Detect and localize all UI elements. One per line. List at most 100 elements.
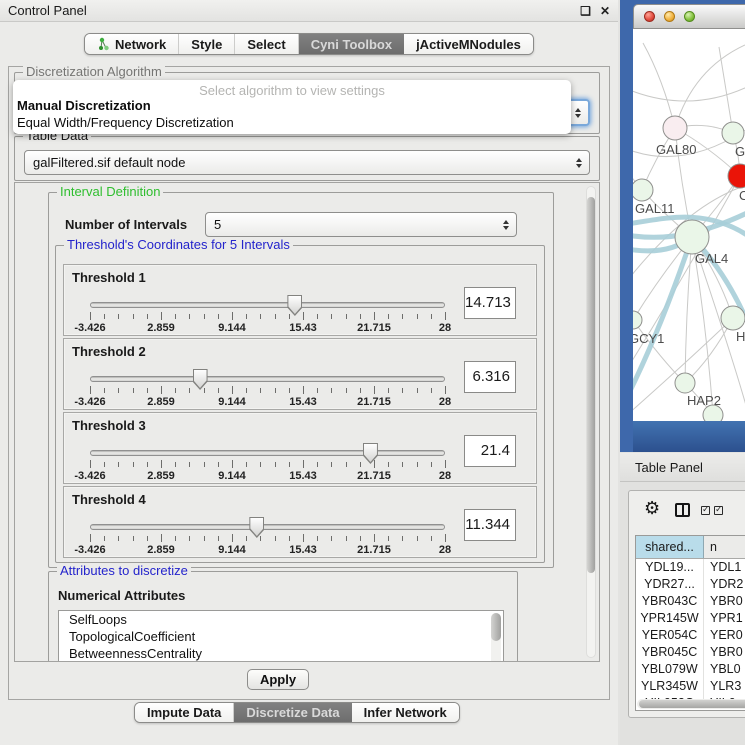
- attribute-list-item-selfloops[interactable]: SelfLoops: [59, 611, 503, 628]
- checkbox-icon[interactable]: [714, 506, 723, 515]
- table-row[interactable]: YBL079WYBL0: [636, 661, 745, 678]
- table-cell[interactable]: YER054C: [636, 627, 704, 644]
- table-row[interactable]: YDR27...YDR2: [636, 576, 745, 593]
- table-cell[interactable]: YLR345W: [636, 678, 704, 695]
- table-horizontal-scrollbar[interactable]: [637, 699, 745, 709]
- checkbox-icon[interactable]: [701, 506, 710, 515]
- table-row[interactable]: YLR345WYLR3: [636, 678, 745, 695]
- table-cell[interactable]: YBL0: [704, 661, 745, 678]
- threshold-value-field[interactable]: 14.713: [464, 287, 516, 319]
- table-row[interactable]: YPR145WYPR1: [636, 610, 745, 627]
- threshold-value-field[interactable]: 11.344: [464, 509, 516, 541]
- network-canvas[interactable]: GAL80GCGAL11GAL4GCY1HHAP2: [633, 29, 745, 421]
- table-cell[interactable]: YPR145W: [636, 610, 704, 627]
- slider-tick: [374, 534, 375, 542]
- slider-tick: [303, 312, 304, 320]
- table-cell[interactable]: YBR045C: [636, 644, 704, 661]
- network-node-label: GAL80: [656, 142, 696, 157]
- settings-gear-icon[interactable]: ⚙: [644, 499, 660, 517]
- numerical-attributes-list[interactable]: SelfLoopsTopologicalCoefficientBetweenne…: [58, 610, 504, 662]
- table-cell[interactable]: YLR3: [704, 678, 745, 695]
- settings-vertical-scrollbar[interactable]: [586, 186, 596, 658]
- slider-tick: [431, 462, 432, 467]
- network-node-gcy1[interactable]: [633, 311, 642, 329]
- slider-tick: [431, 314, 432, 319]
- network-node-g[interactable]: [722, 122, 744, 144]
- table-data-combobox[interactable]: galFiltered.sif default node: [24, 150, 590, 175]
- column-header-n[interactable]: n: [704, 536, 745, 558]
- threshold-panel-3: Threshold 3-3.4262.8599.14415.4321.71528…: [63, 412, 537, 484]
- close-traffic-light-icon[interactable]: [644, 11, 655, 22]
- table-row[interactable]: YER054CYER0: [636, 627, 745, 644]
- numerical-attributes-label: Numerical Attributes: [58, 588, 185, 603]
- table-cell[interactable]: YPR1: [704, 610, 745, 627]
- slider-tick: [104, 314, 105, 319]
- attribute-list-item-betweennesscentrality[interactable]: BetweennessCentrality: [59, 645, 503, 662]
- slider-tick: [317, 388, 318, 393]
- tab-network[interactable]: Network: [85, 34, 179, 54]
- number-of-intervals-combobox[interactable]: 5: [205, 212, 517, 237]
- network-node-gal11[interactable]: [633, 179, 653, 201]
- slider-tick: [402, 462, 403, 467]
- slider-tick: [417, 388, 418, 393]
- thresholds-group-title: Threshold's Coordinates for 5 Intervals: [64, 238, 293, 252]
- attributes-list-scrollbar-thumb[interactable]: [491, 613, 501, 641]
- table-cell[interactable]: YBL079W: [636, 661, 704, 678]
- apply-button[interactable]: Apply: [247, 669, 309, 690]
- tab-label: Cyni Toolbox: [311, 37, 392, 52]
- tab-impute-data[interactable]: Impute Data: [135, 703, 234, 722]
- table-cell[interactable]: YER0: [704, 627, 745, 644]
- dropdown-option-manual-discretization[interactable]: Manual Discretization: [13, 97, 571, 114]
- threshold-slider[interactable]: -3.4262.8599.14415.4321.71528: [90, 339, 446, 411]
- float-window-icon[interactable]: ❑: [580, 5, 591, 17]
- table-cell[interactable]: YBR043C: [636, 593, 704, 610]
- table-row[interactable]: YDL19...YDL1: [636, 559, 745, 576]
- attribute-list-item-topologicalcoefficient[interactable]: TopologicalCoefficient: [59, 628, 503, 645]
- network-view-window: GAL80GCGAL11GAL4GCY1HHAP2: [620, 0, 745, 452]
- slider-thumb[interactable]: [193, 369, 208, 390]
- tab-discretize-data[interactable]: Discretize Data: [234, 703, 351, 722]
- minimize-traffic-light-icon[interactable]: [664, 11, 675, 22]
- threshold-value-field[interactable]: 21.4: [464, 435, 516, 467]
- network-node-gal80[interactable]: [663, 116, 687, 140]
- slider-tick: [175, 388, 176, 393]
- table-horizontal-scrollbar-thumb[interactable]: [639, 700, 745, 708]
- slider-tick: [289, 388, 290, 393]
- threshold-value-field[interactable]: 6.316: [464, 361, 516, 393]
- tab-cyni-toolbox[interactable]: Cyni Toolbox: [299, 34, 404, 54]
- zoom-traffic-light-icon[interactable]: [684, 11, 695, 22]
- table-cell[interactable]: YDR2: [704, 576, 745, 593]
- tab-jactivemnodules[interactable]: jActiveMNodules: [404, 34, 533, 54]
- table-row[interactable]: YBR043CYBR0: [636, 593, 745, 610]
- table-panel-title: Table Panel: [635, 460, 703, 475]
- network-node-h[interactable]: [721, 306, 745, 330]
- attributes-list-scrollbar[interactable]: [491, 613, 501, 662]
- table-cell[interactable]: YDR27...: [636, 576, 704, 593]
- top-tab-bar: NetworkStyleSelect Cyni Toolbox jActiveMNo…: [84, 33, 534, 55]
- slider-thumb[interactable]: [363, 443, 378, 464]
- close-window-icon[interactable]: ✕: [600, 5, 610, 17]
- slider-tick: [90, 312, 91, 320]
- tab-infer-network[interactable]: Infer Network: [352, 703, 459, 722]
- tab-style[interactable]: Style: [179, 34, 235, 54]
- table-row[interactable]: YBR045CYBR0: [636, 644, 745, 661]
- threshold-slider[interactable]: -3.4262.8599.14415.4321.71528: [90, 413, 446, 485]
- column-header-shared[interactable]: shared...: [636, 536, 704, 558]
- slider-thumb[interactable]: [249, 517, 264, 538]
- network-node-label: GCY1: [633, 331, 664, 346]
- network-node-gal4[interactable]: [675, 220, 709, 254]
- threshold-slider[interactable]: -3.4262.8599.14415.4321.71528: [90, 265, 446, 337]
- dropdown-option-equal-width-frequency-discretization[interactable]: Equal Width/Frequency Discretization: [13, 114, 571, 131]
- table-cell[interactable]: YBR0: [704, 644, 745, 661]
- table-cell[interactable]: YBR0: [704, 593, 745, 610]
- slider-tick: [289, 462, 290, 467]
- tab-select[interactable]: Select: [235, 34, 298, 54]
- number-of-intervals-value: 5: [214, 217, 221, 232]
- split-columns-icon[interactable]: [675, 503, 690, 517]
- settings-vertical-scrollbar-thumb[interactable]: [587, 197, 595, 573]
- slider-thumb[interactable]: [287, 295, 302, 316]
- network-node-hap2[interactable]: [675, 373, 695, 393]
- table-cell[interactable]: YDL1: [704, 559, 745, 576]
- threshold-slider[interactable]: -3.4262.8599.14415.4321.71528: [90, 487, 446, 559]
- table-cell[interactable]: YDL19...: [636, 559, 704, 576]
